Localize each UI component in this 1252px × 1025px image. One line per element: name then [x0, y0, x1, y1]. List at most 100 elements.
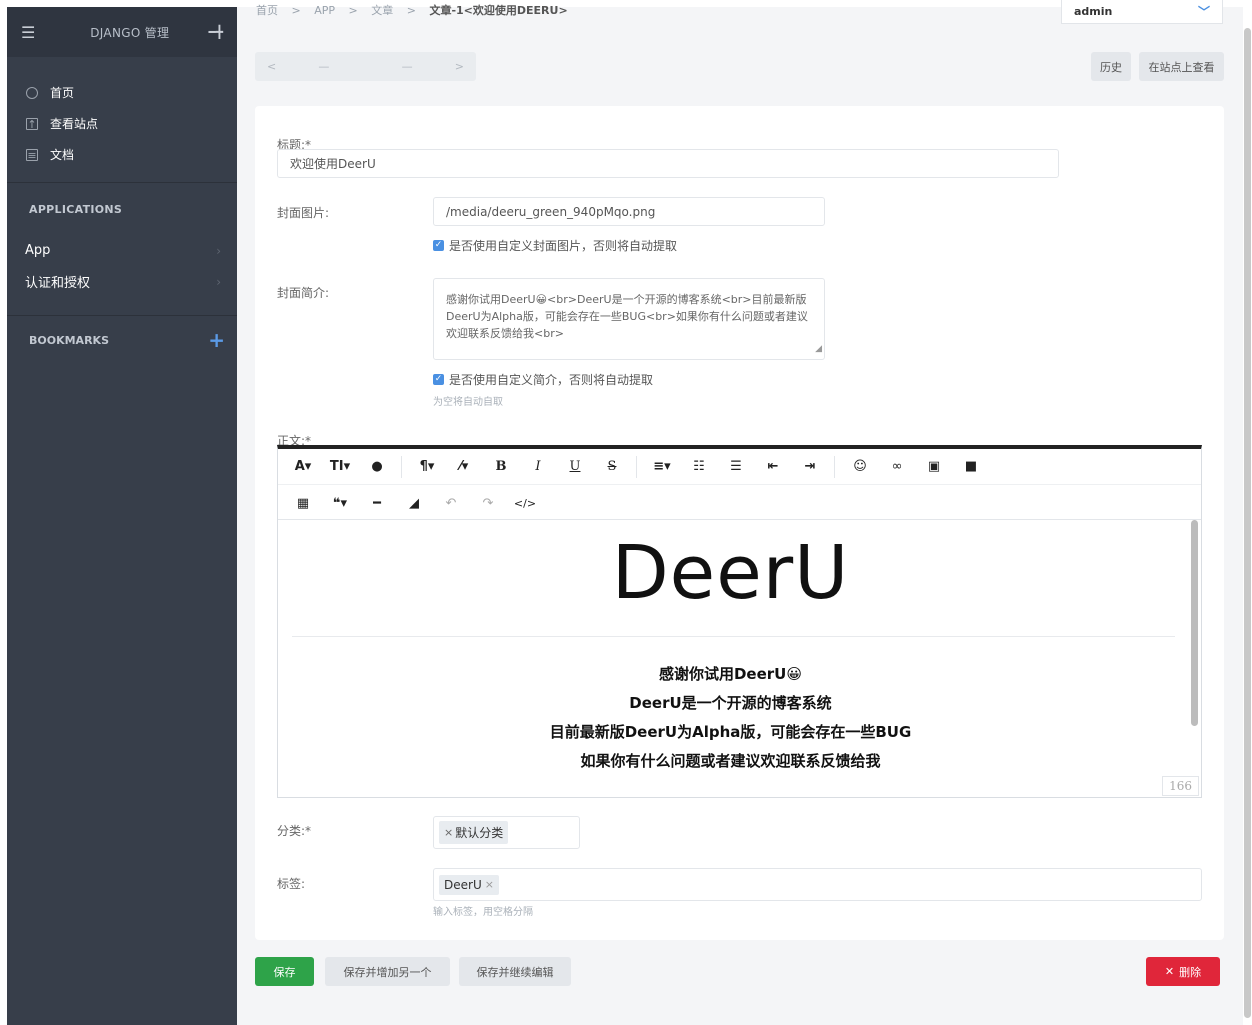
- menu-icon[interactable]: ☰: [21, 23, 51, 42]
- editor-divider: [292, 636, 1175, 637]
- link-icon[interactable]: ∞: [885, 459, 909, 474]
- sidebar-item-home[interactable]: 首页: [7, 77, 237, 108]
- summary-textarea[interactable]: 感谢你试用DeerU😀<br>DeerU是一个开源的博客系统<br>目前最新版D…: [433, 278, 825, 360]
- toolbar-row-1: A▾ TI▾ ● ¶▾ ⁄▾ B I U S ≡▾ ☷ ☰ ⇤ ⇥ ☺ ∞ ▣ …: [278, 449, 1201, 485]
- category-select[interactable]: × 默认分类: [433, 816, 580, 849]
- chevron-right-icon: ›: [216, 243, 221, 258]
- category-tag[interactable]: × 默认分类: [439, 821, 509, 844]
- pin-icon[interactable]: ━╋: [209, 25, 223, 39]
- eraser-icon[interactable]: ◢: [402, 496, 426, 511]
- doc-icon: ≡: [26, 148, 38, 162]
- breadcrumb-home[interactable]: 首页: [256, 4, 278, 17]
- outdent-icon[interactable]: ⇤: [761, 459, 785, 474]
- page-scrollbar-track[interactable]: [1243, 0, 1252, 1025]
- sidebar-item-auth[interactable]: 认证和授权 ›: [7, 266, 237, 297]
- emoji-icon[interactable]: ☺: [848, 459, 872, 474]
- editor-scrollbar-thumb[interactable]: [1191, 520, 1198, 726]
- sidebar-title[interactable]: DJANGO 管理: [51, 24, 209, 41]
- underline-icon[interactable]: U: [563, 459, 587, 474]
- toolbar-divider: [636, 455, 637, 478]
- highlight-icon[interactable]: ●: [365, 459, 389, 474]
- user-menu[interactable]: admin ﹀: [1061, 0, 1223, 24]
- font-color-icon[interactable]: A▾: [291, 459, 315, 474]
- cover-image-input[interactable]: /media/deeru_green_940pMqo.png: [433, 197, 825, 226]
- undo-icon[interactable]: ↶: [439, 496, 463, 511]
- paragraph-icon[interactable]: ¶▾: [415, 459, 439, 474]
- pager-left-placeholder: —: [318, 60, 330, 73]
- summary-help-text: 为空将自动自取: [433, 397, 503, 408]
- sidebar-item-docs[interactable]: ≡ 文档: [7, 139, 237, 170]
- style-wand-icon[interactable]: ⁄▾: [452, 459, 476, 474]
- editor-line: 目前最新版DeerU为Alpha版，可能会存在一些BUG: [549, 723, 912, 741]
- horizontal-rule-icon[interactable]: ━: [365, 496, 389, 511]
- pager-next-button[interactable]: >: [455, 60, 464, 73]
- delete-icon: ✕: [1164, 965, 1175, 978]
- pager-prev-button[interactable]: <: [267, 60, 276, 73]
- circle-icon: [26, 86, 38, 99]
- checkbox-checked-icon[interactable]: ✓: [433, 374, 444, 385]
- cover-label: 封面图片:: [277, 206, 330, 220]
- delete-button[interactable]: ✕ 删除: [1146, 957, 1220, 986]
- code-view-icon[interactable]: </>: [513, 497, 537, 510]
- redo-icon[interactable]: ↷: [476, 496, 500, 511]
- add-bookmark-icon[interactable]: +: [208, 328, 225, 352]
- app-root: ☰ DJANGO 管理 ━╋ 首页 ↑ 查看站点 ≡ 文档 APPLICATIO…: [0, 0, 1252, 1025]
- strikethrough-icon[interactable]: S: [600, 459, 624, 474]
- sidebar-item-label: 文档: [50, 148, 75, 162]
- sidebar-item-app[interactable]: App ›: [7, 235, 237, 266]
- remove-tag-icon[interactable]: ×: [485, 878, 494, 891]
- video-icon[interactable]: ■: [959, 459, 983, 474]
- toolbar-divider: [401, 455, 402, 478]
- table-icon[interactable]: ▦: [291, 496, 315, 511]
- category-label: 分类:*: [277, 824, 312, 838]
- breadcrumb-articles[interactable]: 文章: [371, 4, 393, 17]
- rich-text-editor: A▾ TI▾ ● ¶▾ ⁄▾ B I U S ≡▾ ☷ ☰ ⇤ ⇥ ☺ ∞ ▣ …: [277, 445, 1202, 798]
- user-name: admin: [1074, 5, 1113, 18]
- tags-input[interactable]: DeerU ×: [433, 868, 1202, 901]
- breadcrumb-app[interactable]: APP: [314, 4, 335, 17]
- deeru-logo: DeerU: [611, 530, 850, 616]
- font-size-icon[interactable]: TI▾: [328, 459, 352, 474]
- breadcrumb-separator: >: [348, 4, 358, 17]
- breadcrumb: 首页 > APP > 文章 > 文章-1<欢迎使用DEERU>: [256, 2, 578, 18]
- title-input[interactable]: 欢迎使用DeerU: [277, 149, 1059, 178]
- align-icon[interactable]: ≡▾: [650, 459, 674, 474]
- unordered-list-icon[interactable]: ☰: [724, 459, 748, 474]
- custom-cover-checkbox-row[interactable]: ✓ 是否使用自定义封面图片，否则将自动提取: [433, 237, 677, 254]
- window-left-edge: [0, 0, 7, 1025]
- remove-tag-icon[interactable]: ×: [444, 826, 453, 839]
- toolbar-row-2: ▦ ❝▾ ━ ◢ ↶ ↷ </>: [278, 485, 537, 521]
- sidebar-item-label: 首页: [50, 86, 75, 100]
- sidebar: ☰ DJANGO 管理 ━╋ 首页 ↑ 查看站点 ≡ 文档 APPLICATIO…: [7, 7, 237, 1025]
- save-button[interactable]: 保存: [255, 957, 314, 986]
- summary-text: 感谢你试用DeerU😀<br>DeerU是一个开源的博客系统<br>目前最新版D…: [446, 293, 808, 340]
- sidebar-section-applications: APPLICATIONS: [29, 202, 123, 216]
- save-add-another-button[interactable]: 保存并增加另一个: [325, 957, 450, 986]
- editor-line: DeerU是一个开源的博客系统: [629, 694, 832, 712]
- quote-icon[interactable]: ❝▾: [328, 496, 352, 511]
- editor-content[interactable]: DeerU 感谢你试用DeerU😀 DeerU是一个开源的博客系统 目前最新版D…: [278, 520, 1201, 798]
- ordered-list-icon[interactable]: ☷: [687, 459, 711, 474]
- save-continue-button[interactable]: 保存并继续编辑: [459, 957, 571, 986]
- history-button[interactable]: 历史: [1091, 52, 1131, 81]
- bold-icon[interactable]: B: [489, 459, 513, 474]
- sidebar-links: 首页 ↑ 查看站点 ≡ 文档: [7, 57, 237, 170]
- page-scrollbar-thumb[interactable]: [1244, 28, 1251, 1018]
- record-pager: < — — >: [255, 52, 476, 81]
- italic-icon[interactable]: I: [526, 459, 550, 474]
- image-icon[interactable]: ▣: [922, 459, 946, 474]
- checkbox-checked-icon[interactable]: ✓: [433, 240, 444, 251]
- indent-icon[interactable]: ⇥: [798, 459, 822, 474]
- sidebar-item-view-site[interactable]: ↑ 查看站点: [7, 108, 237, 139]
- resize-grip-icon[interactable]: ◢: [815, 341, 822, 358]
- bookmarks-label: BOOKMARKS: [29, 333, 109, 347]
- tag-chip[interactable]: DeerU ×: [439, 874, 499, 895]
- sidebar-section-bookmarks: BOOKMARKS +: [7, 316, 237, 364]
- delete-button-label: 删除: [1179, 965, 1202, 979]
- editor-line: 如果你有什么问题或者建议欢迎联系反馈给我: [580, 752, 881, 770]
- breadcrumb-current: 文章-1<欢迎使用DEERU>: [429, 4, 568, 17]
- custom-summary-checkbox-row[interactable]: ✓ 是否使用自定义简介，否则将自动提取: [433, 371, 653, 388]
- chevron-down-icon: ﹀: [1197, 5, 1210, 19]
- chevron-right-icon: ›: [216, 274, 221, 289]
- view-on-site-button[interactable]: 在站点上查看: [1139, 52, 1224, 81]
